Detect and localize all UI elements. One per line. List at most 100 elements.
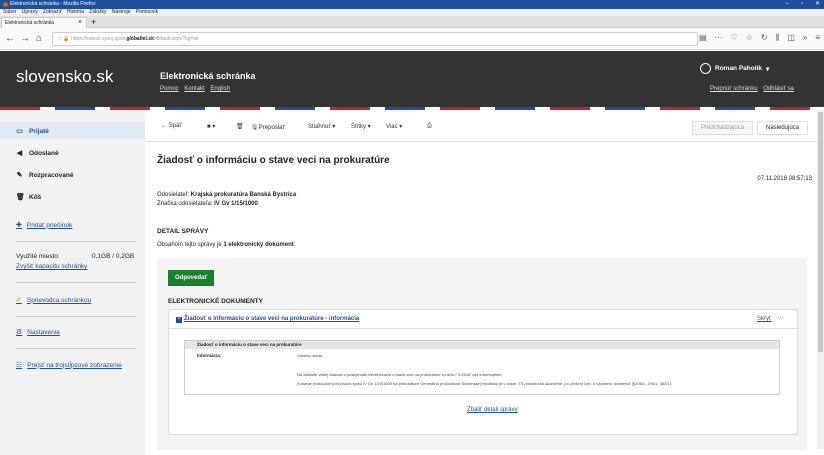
sender-row: Odosielateľ: Krajská prokuratúra Banská … <box>157 192 296 198</box>
window-title-bar: Elektronická schránka - Mozilla Firefox … <box>0 0 824 9</box>
increase-capacity-link[interactable]: Zvýšiť kapacitu schránky <box>16 263 87 270</box>
next-button[interactable]: Nasledujúca <box>757 121 809 135</box>
bookmark-star-icon[interactable]: ☆ <box>746 33 753 43</box>
maximize-icon[interactable]: ▫ <box>801 0 803 9</box>
hide-link[interactable]: Skryť <box>757 316 771 322</box>
menu-tools[interactable]: Nástroje <box>112 9 131 15</box>
forward-icon[interactable]: → <box>20 33 30 45</box>
sidebar-icon[interactable]: ◫ <box>787 33 795 43</box>
detail-heading: DETAIL SPRÁVY <box>157 228 209 235</box>
forward-button[interactable]: 🖫 Preposlať <box>252 123 285 133</box>
settings-link[interactable]: ⚙ Nastavenia <box>16 328 60 337</box>
browser-tab[interactable]: Elektronická schránka × <box>1 17 87 28</box>
english-link[interactable]: English <box>210 86 230 92</box>
reader-icon[interactable]: ▤ <box>699 33 707 43</box>
scrollbar-thumb[interactable] <box>818 112 823 352</box>
back-icon[interactable]: ← <box>5 33 15 45</box>
menu-help[interactable]: Pomocník <box>136 9 158 15</box>
sender-value: Krajská prokuratúra Banská Bystrica <box>190 192 297 198</box>
labels-label: Štítky <box>351 124 367 130</box>
library-icon[interactable]: ⫼ <box>776 33 780 43</box>
trash-icon: 🗑 <box>16 194 25 201</box>
inbox-icon: ▭ <box>16 128 23 135</box>
three-pane-link[interactable]: ☷ Prejsť na trojstĺpcové zobrazenie <box>16 361 122 370</box>
message-view: ← Späť ■ ▾ 🗑 🖫 Preposlať Stiahnuť ▾ Štít… <box>145 110 824 455</box>
forward-label: Preposlať <box>258 125 285 131</box>
new-tab-icon[interactable]: + <box>91 17 96 27</box>
close-icon[interactable]: ✕ <box>815 0 820 9</box>
divider <box>16 241 136 242</box>
plus-icon: ✚ <box>16 222 22 229</box>
site-logo[interactable]: slovensko.sk <box>16 67 113 87</box>
switch-box-link[interactable]: Prepnúť schránku <box>710 86 758 92</box>
document-title-link[interactable]: − Žiadosť o informáciu o stave veci na pr… <box>176 316 359 323</box>
preview-label: Informácia: <box>197 353 222 358</box>
sidebar-item-label: Prijaté <box>29 127 49 135</box>
window-title: Elektronická schránka - Mozilla Firefox <box>10 1 96 7</box>
sidebar-item-trash[interactable]: 🗑 Kôš <box>16 193 41 202</box>
menu-bar: Súbor Úpravy Zobraziť História Záložky N… <box>0 9 824 16</box>
sidebar-item-label: Rozpracované <box>29 171 74 179</box>
preview-line-2: Konanie evidované pod číslom spisu IV Gv… <box>297 381 673 386</box>
scrollbar[interactable] <box>817 110 824 449</box>
pocket-icon[interactable]: ♡ <box>731 33 738 43</box>
sidebar-item-inbox[interactable]: ▭ Prijaté <box>16 127 49 136</box>
contact-link[interactable]: Kontakt <box>184 86 204 92</box>
preview-line-1: Na základe Vašej žiadosti o poskytnutie … <box>297 372 503 377</box>
reload-icon[interactable]: ↻ <box>761 33 768 43</box>
menu-bookmarks[interactable]: Záložky <box>89 9 106 15</box>
content-count: 1 elektronický dokument <box>223 242 294 248</box>
url-domain: globaltel.sk <box>126 36 154 42</box>
sidebar-item-label: Odoslané <box>29 149 59 157</box>
chevron-down-icon: ▾ <box>765 65 770 73</box>
download-label: Stiahnuť <box>308 124 331 130</box>
help-link[interactable]: Pomoc <box>160 86 179 92</box>
add-folder-link[interactable]: ✚ Pridať priečinok <box>16 221 72 230</box>
user-menu[interactable]: Roman Paholík ▾ <box>700 63 769 74</box>
previous-button[interactable]: Predchádzajúca <box>692 121 754 135</box>
tab-close-icon[interactable]: × <box>78 18 82 28</box>
reply-button[interactable]: Odpovedať <box>168 270 215 286</box>
guide-link[interactable]: ✐ Sprievodca schránkou <box>16 296 91 305</box>
minimize-icon[interactable]: – <box>785 0 788 9</box>
url-bar[interactable]: ⓘ 🔒 https://eslesk.vyvoj.upvs.globaltel.… <box>52 32 698 46</box>
document-preview: Žiadosť o informáciu o stave veci na pro… <box>184 340 780 395</box>
tab-title: Elektronická schránka <box>5 20 54 26</box>
collapse-icon[interactable]: − <box>176 316 182 323</box>
print-icon[interactable]: ⎙ <box>427 123 432 130</box>
sidebar-item-drafts[interactable]: ✎ Rozpracované <box>16 171 74 180</box>
wand-icon: ✐ <box>16 297 22 304</box>
content-summary: Obsahom tejto správy je 1 elektronický d… <box>157 242 296 248</box>
download-dropdown[interactable]: Stiahnuť ▾ <box>308 123 335 130</box>
menu-view[interactable]: Zobraziť <box>43 9 62 15</box>
url-prefix: https://eslesk.vyvoj.upvs. <box>71 36 127 42</box>
sidebar-item-sent[interactable]: ◀ Odoslané <box>16 149 59 158</box>
content-prefix: Obsahom tejto správy je <box>157 242 222 248</box>
documents-heading: ELEKTRONICKÉ DOKUMENTY <box>168 298 263 305</box>
more-dropdown[interactable]: Viac ▾ <box>386 123 402 130</box>
overflow-icon[interactable]: » <box>803 33 807 43</box>
back-button[interactable]: ← Späť <box>161 123 182 129</box>
delete-icon[interactable]: 🗑 <box>236 123 244 130</box>
divider <box>16 316 136 317</box>
more-options-icon[interactable]: ··· <box>777 314 784 321</box>
firefox-icon <box>3 2 8 7</box>
home-icon[interactable]: ⌂ <box>36 33 42 45</box>
labels-dropdown[interactable]: Štítky ▾ <box>351 123 371 130</box>
site-header: slovensko.sk Elektronická schránka Pomoc… <box>0 51 824 107</box>
settings-label: Nastavenia <box>27 328 60 336</box>
send-icon: ◀ <box>16 150 23 157</box>
user-name: Roman Paholík <box>715 65 762 72</box>
menu-file[interactable]: Súbor <box>3 9 16 15</box>
info-icon[interactable]: ⓘ <box>57 36 62 42</box>
more-icon[interactable]: ··· <box>715 33 723 43</box>
reference-value: IV Gv 1/15/1000 <box>214 201 258 207</box>
menu-edit[interactable]: Úpravy <box>22 9 38 15</box>
reference-row: Značka odosielateľa: IV Gv 1/15/1000 <box>157 201 258 207</box>
collapse-detail-link[interactable]: Zbaliť detail správy <box>467 407 518 413</box>
columns-icon: ☷ <box>16 362 23 369</box>
logout-link[interactable]: Odhlásiť sa <box>763 86 794 92</box>
menu-history[interactable]: História <box>67 9 84 15</box>
folder-move-icon[interactable]: ■ ▾ <box>207 123 215 130</box>
hamburger-menu-icon[interactable]: ≡ <box>815 33 820 43</box>
